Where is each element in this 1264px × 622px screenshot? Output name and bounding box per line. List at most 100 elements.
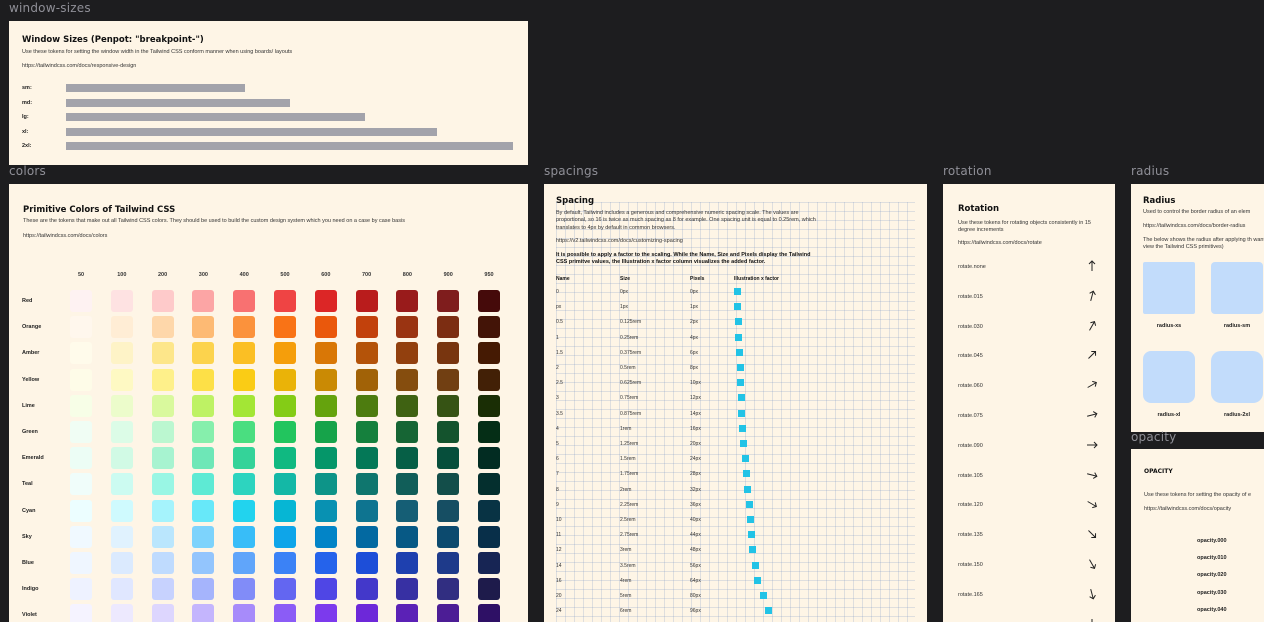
color-swatch[interactable] (151, 394, 174, 417)
color-swatch[interactable] (274, 552, 296, 574)
color-swatch[interactable] (396, 421, 419, 443)
color-swatch[interactable] (110, 578, 133, 601)
color-swatch[interactable] (110, 368, 133, 391)
color-swatch[interactable] (355, 342, 378, 365)
color-swatch[interactable] (478, 552, 500, 574)
color-swatch[interactable] (355, 316, 378, 339)
color-swatch[interactable] (233, 290, 256, 312)
color-swatch[interactable] (151, 421, 174, 443)
board-spacings[interactable]: Spacing By default, Tailwind includes a … (544, 184, 927, 622)
color-swatch[interactable] (192, 499, 215, 522)
board-label-rotation[interactable]: rotation (943, 164, 992, 178)
color-swatch[interactable] (233, 316, 256, 339)
color-swatch[interactable] (274, 421, 296, 443)
color-swatch[interactable] (314, 368, 337, 391)
color-swatch[interactable] (192, 447, 215, 470)
color-swatch[interactable] (274, 499, 296, 522)
color-swatch[interactable] (192, 604, 215, 622)
board-rotation[interactable]: Rotation Use these tokens for rotating o… (943, 184, 1115, 622)
radius-sample[interactable] (1211, 351, 1263, 403)
radius-sample[interactable] (1143, 351, 1195, 403)
color-swatch[interactable] (396, 499, 419, 522)
color-swatch[interactable] (478, 499, 500, 522)
color-swatch[interactable] (396, 578, 419, 601)
color-swatch[interactable] (192, 421, 215, 443)
color-swatch[interactable] (355, 447, 378, 470)
color-swatch[interactable] (355, 552, 378, 574)
color-swatch[interactable] (151, 447, 174, 470)
color-swatch[interactable] (478, 368, 500, 391)
color-swatch[interactable] (70, 447, 92, 470)
color-swatch[interactable] (396, 394, 419, 417)
color-swatch[interactable] (192, 290, 215, 312)
color-swatch[interactable] (70, 290, 92, 312)
color-swatch[interactable] (233, 447, 256, 470)
color-swatch[interactable] (151, 316, 174, 339)
color-swatch[interactable] (355, 368, 378, 391)
color-swatch[interactable] (437, 421, 460, 443)
color-swatch[interactable] (478, 525, 500, 548)
color-swatch[interactable] (110, 290, 133, 312)
color-swatch[interactable] (70, 499, 92, 522)
color-swatch[interactable] (192, 394, 215, 417)
color-swatch[interactable] (355, 604, 378, 622)
color-swatch[interactable] (478, 394, 500, 417)
color-swatch[interactable] (151, 342, 174, 365)
color-swatch[interactable] (478, 473, 500, 496)
radius-sample[interactable] (1211, 262, 1263, 314)
window-size-row[interactable]: md: (22, 98, 522, 107)
color-swatch[interactable] (151, 368, 174, 391)
color-swatch[interactable] (70, 552, 92, 574)
color-swatch[interactable] (478, 316, 500, 339)
doc-link[interactable]: https://tailwindcss.com/docs/rotate (958, 240, 1042, 247)
color-swatch[interactable] (274, 368, 296, 391)
color-swatch[interactable] (314, 421, 337, 443)
color-swatch[interactable] (151, 604, 174, 622)
color-swatch[interactable] (437, 394, 460, 417)
color-swatch[interactable] (437, 525, 460, 548)
color-swatch[interactable] (437, 342, 460, 365)
window-size-row[interactable]: sm: (22, 84, 522, 92)
color-swatch[interactable] (396, 604, 419, 622)
color-swatch[interactable] (151, 499, 174, 522)
color-swatch[interactable] (314, 290, 337, 312)
color-swatch[interactable] (355, 290, 378, 312)
color-swatch[interactable] (437, 499, 460, 522)
color-swatch[interactable] (233, 342, 256, 365)
color-swatch[interactable] (314, 316, 337, 339)
color-swatch[interactable] (314, 552, 337, 574)
color-swatch[interactable] (478, 578, 500, 601)
color-swatch[interactable] (151, 473, 174, 496)
color-swatch[interactable] (396, 447, 419, 470)
color-swatch[interactable] (151, 552, 174, 574)
color-swatch[interactable] (233, 473, 256, 496)
color-swatch[interactable] (192, 368, 215, 391)
color-swatch[interactable] (355, 578, 378, 601)
color-swatch[interactable] (110, 499, 133, 522)
color-swatch[interactable] (70, 578, 92, 601)
color-swatch[interactable] (110, 552, 133, 574)
color-swatch[interactable] (70, 604, 92, 622)
color-swatch[interactable] (70, 394, 92, 417)
color-swatch[interactable] (110, 342, 133, 365)
color-swatch[interactable] (314, 525, 337, 548)
color-swatch[interactable] (396, 473, 419, 496)
color-swatch[interactable] (274, 316, 296, 339)
color-swatch[interactable] (355, 525, 378, 548)
color-swatch[interactable] (478, 342, 500, 365)
color-swatch[interactable] (192, 552, 215, 574)
color-swatch[interactable] (314, 473, 337, 496)
doc-link[interactable]: https://tailwindcss.com/docs/responsive-… (22, 63, 136, 70)
window-size-row[interactable]: lg: (22, 113, 522, 122)
color-swatch[interactable] (355, 394, 378, 417)
color-swatch[interactable] (437, 604, 460, 622)
color-swatch[interactable] (110, 394, 133, 417)
board-label-opacity[interactable]: opacity (1131, 430, 1176, 444)
color-swatch[interactable] (437, 473, 460, 496)
color-swatch[interactable] (192, 473, 215, 496)
board-window-sizes[interactable]: Window Sizes (Penpot: "breakpoint-") Use… (9, 21, 528, 165)
board-label-radius[interactable]: radius (1131, 164, 1169, 178)
board-opacity[interactable]: OPACITY Use these tokens for setting the… (1131, 449, 1264, 622)
color-swatch[interactable] (233, 421, 256, 443)
color-swatch[interactable] (274, 604, 296, 622)
